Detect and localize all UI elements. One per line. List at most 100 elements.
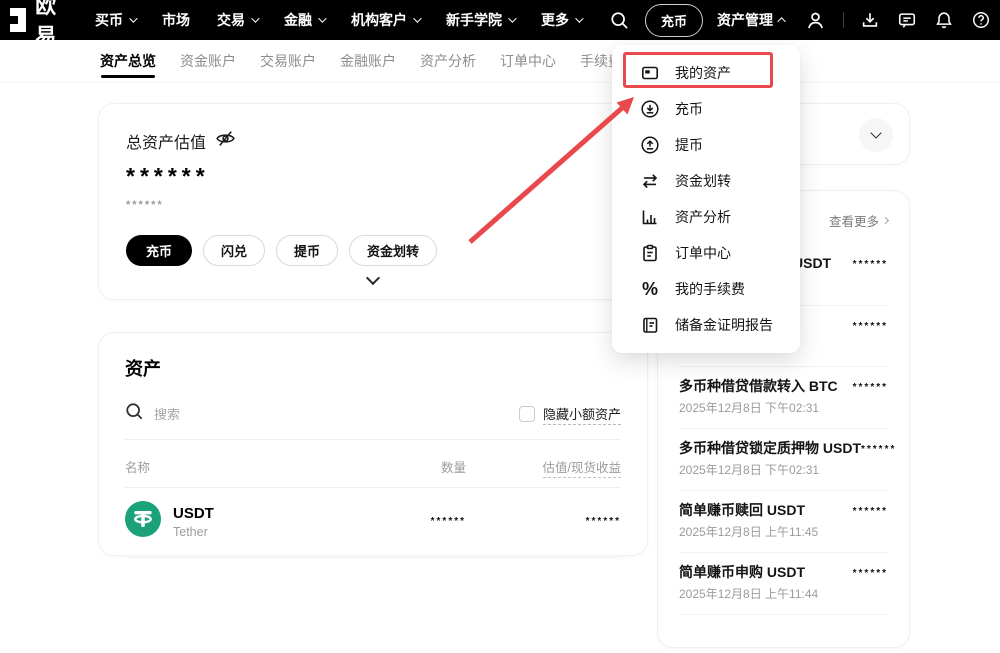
- chevron-down-icon: [508, 14, 516, 22]
- download-app-icon[interactable]: [859, 9, 881, 31]
- dropdown-item-my-assets[interactable]: 我的资产: [612, 55, 800, 91]
- transfer-button[interactable]: 资金划转: [349, 235, 437, 266]
- menu-item-institutional[interactable]: 机构客户: [351, 10, 419, 30]
- top-navbar: 欧易 买币 市场 交易 金融 机构客户 新手学院 更多 充币 资产管理: [0, 0, 1000, 40]
- activity-row[interactable]: 多币种借贷锁定质押物 USDT 2025年12月8日 下午02:31 *****…: [679, 429, 888, 491]
- dropdown-item-transfer[interactable]: 资金划转: [612, 163, 800, 199]
- asset-name: Tether: [173, 525, 214, 539]
- analysis-icon: [640, 207, 660, 227]
- help-icon[interactable]: [970, 9, 992, 31]
- chevron-down-icon: [413, 14, 421, 22]
- asset-subnav: 资产总览 资金账户 交易账户 金融账户 资产分析 订单中心 手续费: [0, 40, 1000, 83]
- activity-row[interactable]: 简单赚币申购 USDT 2025年12月8日 上午11:44 ******: [679, 553, 888, 615]
- activity-value-masked: ******: [861, 444, 896, 478]
- activity-value-masked: ******: [853, 259, 888, 293]
- assets-title: 资产: [125, 355, 621, 381]
- menu-item-trade[interactable]: 交易: [217, 10, 257, 30]
- activity-value-masked: ******: [853, 506, 888, 540]
- activity-row[interactable]: 多币种借贷借款转入 BTC 2025年12月8日 下午02:31 ******: [679, 367, 888, 429]
- tab-funding-account[interactable]: 资金账户: [180, 40, 236, 82]
- usdt-tether-icon: [125, 501, 161, 542]
- asset-amount-masked: ******: [346, 516, 466, 527]
- tab-asset-overview[interactable]: 资产总览: [100, 40, 156, 82]
- assets-card: 资产 隐藏小额资产 名称 数量 估值/现货收益: [98, 332, 648, 556]
- tab-trading-account[interactable]: 交易账户: [260, 40, 316, 82]
- messages-icon[interactable]: [896, 9, 918, 31]
- nav-right-group: 充币 资产管理: [608, 4, 1000, 37]
- withdraw-button[interactable]: 提币: [276, 235, 338, 266]
- menu-item-finance[interactable]: 金融: [284, 10, 324, 30]
- asset-management-menu-button[interactable]: 资产管理: [717, 10, 786, 30]
- activity-title: 简单赚币赎回 USDT: [679, 501, 818, 519]
- expand-chevron-icon[interactable]: [368, 270, 378, 288]
- assets-table-header: 名称 数量 估值/现货收益: [125, 457, 621, 488]
- report-icon: [640, 315, 660, 335]
- dropdown-item-withdraw[interactable]: 提币: [612, 127, 800, 163]
- asset-search-box[interactable]: [125, 402, 519, 426]
- asset-symbol: USDT: [173, 505, 214, 522]
- deposit-button[interactable]: 充币: [645, 4, 703, 37]
- chevron-right-icon: [882, 217, 889, 224]
- chevron-down-icon: [129, 14, 137, 22]
- profile-icon[interactable]: [804, 9, 826, 31]
- deposit-button[interactable]: 充币: [126, 235, 192, 266]
- activity-row[interactable]: 简单赚币赎回 USDT 2025年12月8日 上午11:45 ******: [679, 491, 888, 553]
- eye-off-icon[interactable]: [215, 128, 236, 154]
- total-value-masked: ******: [126, 165, 620, 188]
- okx-assets-page: 欧易 买币 市场 交易 金融 机构客户 新手学院 更多 充币 资产管理: [0, 0, 1000, 653]
- activity-value-masked: ******: [853, 382, 888, 416]
- hide-small-assets-checkbox[interactable]: [519, 406, 535, 422]
- transfer-icon: [640, 171, 660, 191]
- activity-title: 多币种借贷借款转入 BTC: [679, 377, 838, 395]
- collapse-chevron-button[interactable]: [859, 118, 893, 152]
- search-icon[interactable]: [608, 9, 630, 31]
- activity-date: 2025年12月8日 下午02:31: [679, 463, 861, 478]
- total-subvalue-masked: ******: [126, 200, 620, 211]
- dropdown-item-order-center[interactable]: 订单中心: [612, 235, 800, 271]
- activity-date: 2025年12月8日 上午11:44: [679, 587, 818, 602]
- main-menu: 买币 市场 交易 金融 机构客户 新手学院 更多: [95, 10, 608, 30]
- menu-item-more[interactable]: 更多: [541, 10, 581, 30]
- menu-item-markets[interactable]: 市场: [162, 10, 190, 30]
- orders-icon: [640, 243, 660, 263]
- tab-asset-analysis[interactable]: 资产分析: [420, 40, 476, 82]
- okx-logo-icon: [10, 8, 26, 32]
- column-name: 名称: [125, 457, 346, 478]
- notifications-bell-icon[interactable]: [933, 9, 955, 31]
- tab-order-center[interactable]: 订单中心: [500, 40, 556, 82]
- wallet-card-icon: [640, 63, 660, 83]
- search-icon: [125, 402, 144, 426]
- chevron-down-icon: [575, 14, 583, 22]
- deposit-icon: [640, 99, 660, 119]
- column-amount: 数量: [346, 457, 466, 478]
- menu-item-buy[interactable]: 买币: [95, 10, 135, 30]
- activity-date: 2025年12月8日 下午02:31: [679, 401, 838, 416]
- dropdown-item-deposit[interactable]: 充币: [612, 91, 800, 127]
- search-input[interactable]: [154, 407, 374, 422]
- column-value[interactable]: 估值/现货收益: [543, 457, 621, 478]
- fees-percent-icon: %: [640, 279, 660, 299]
- chevron-up-icon: [777, 17, 785, 25]
- activity-title: 简单赚币申购 USDT: [679, 563, 818, 581]
- nav-divider: [843, 12, 844, 28]
- asset-value-masked: ******: [466, 516, 621, 527]
- total-asset-valuation-card: 总资产估值 ****** ****** 充币 闪兑 提币 资金划转: [98, 103, 648, 300]
- menu-item-academy[interactable]: 新手学院: [446, 10, 514, 30]
- chevron-down-icon: [251, 14, 259, 22]
- asset-management-dropdown: 我的资产 充币 提币 资金划转 资产分析: [612, 45, 800, 353]
- hide-small-assets-label: 隐藏小额资产: [543, 404, 621, 425]
- dropdown-item-my-fees[interactable]: % 我的手续费: [612, 271, 800, 307]
- dropdown-item-analysis[interactable]: 资产分析: [612, 199, 800, 235]
- chevron-down-icon: [318, 14, 326, 22]
- activity-date: 2025年12月8日 上午11:45: [679, 525, 818, 540]
- hide-small-assets-toggle[interactable]: 隐藏小额资产: [519, 404, 621, 425]
- activity-value-masked: ******: [853, 568, 888, 602]
- total-valuation-title: 总资产估值: [126, 129, 206, 153]
- withdraw-icon: [640, 135, 660, 155]
- dropdown-item-reserve-report[interactable]: 储备金证明报告: [612, 307, 800, 343]
- activity-value-masked: ******: [853, 321, 888, 354]
- tab-finance-account[interactable]: 金融账户: [340, 40, 396, 82]
- asset-row-usdt[interactable]: USDT Tether ****** ******: [125, 488, 621, 558]
- convert-button[interactable]: 闪兑: [203, 235, 265, 266]
- activity-title: 多币种借贷锁定质押物 USDT: [679, 439, 861, 457]
